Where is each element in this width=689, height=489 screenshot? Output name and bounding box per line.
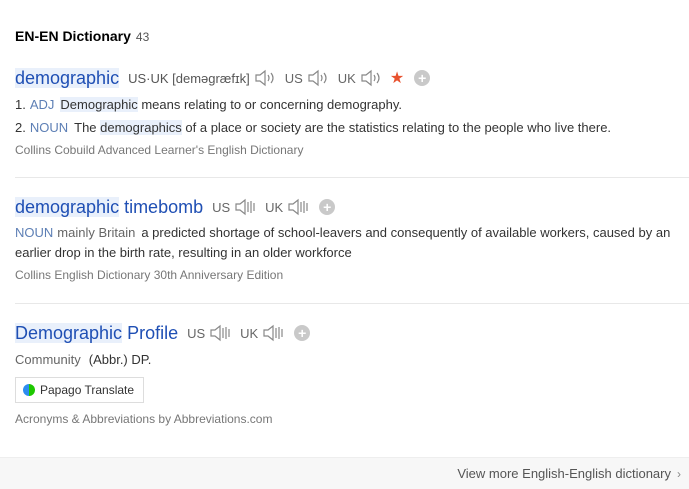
footer: View more English-English dictionary › <box>0 457 689 489</box>
speaker-icon[interactable] <box>254 69 276 87</box>
entry-word[interactable]: demographic <box>15 67 120 89</box>
plus-icon[interactable]: + <box>319 199 336 215</box>
usage-label: mainly Britain <box>57 225 136 240</box>
divider <box>15 177 689 178</box>
definition-2: 2. NOUN The demographics of a place or soc… <box>15 120 612 135</box>
phonetic: US·UK [deməɡræfɪk] <box>128 70 250 86</box>
speaker-icon[interactable] <box>262 324 284 342</box>
star-icon[interactable]: ★ <box>390 68 404 88</box>
us-label: US <box>187 325 206 341</box>
uk-label: UK <box>337 70 356 86</box>
part-of-speech: ADJ <box>29 97 55 112</box>
speaker-icon[interactable] <box>360 69 382 87</box>
papago-translate-button[interactable]: Papago Translate <box>15 377 145 403</box>
category-label: Community <box>15 352 81 367</box>
part-of-speech: NOUN <box>15 225 54 240</box>
entry-demographic-timebomb: demographic timebomb US UK + NOUN mainly … <box>15 195 689 282</box>
view-more-link[interactable]: View more English-English dictionary › <box>457 466 681 481</box>
definition-1: 1. ADJ Demographic means relating to or co… <box>15 97 402 112</box>
uk-label: UK <box>265 199 284 215</box>
speaker-icon[interactable] <box>209 324 231 342</box>
divider <box>15 303 689 304</box>
chevron-right-icon: › <box>677 466 681 481</box>
entry-demographic-profile: Demographic Profile US UK + Community (Ab… <box>15 321 689 426</box>
speaker-icon[interactable] <box>234 198 256 216</box>
definition-1: Community (Abbr.) DP. <box>15 352 152 367</box>
speaker-icon[interactable] <box>307 69 329 87</box>
entry-demographic: demographic US·UK [deməɡræfɪk] US UK ★ +… <box>15 66 689 157</box>
uk-label: UK <box>240 325 259 341</box>
plus-icon[interactable]: + <box>294 325 311 341</box>
us-label: US <box>212 199 231 215</box>
plus-icon[interactable]: + <box>414 70 431 86</box>
source-label: Collins Cobuild Advanced Learner's Engli… <box>15 143 304 157</box>
definition-1: NOUN mainly Britain a predicted shortage o… <box>15 225 671 260</box>
entry-word[interactable]: Demographic Profile <box>15 322 178 344</box>
papago-logo-icon <box>23 384 35 396</box>
entry-word[interactable]: demographic timebomb <box>15 196 203 218</box>
result-count: 43 <box>135 30 150 44</box>
source-label: Collins English Dictionary 30th Annivers… <box>15 268 284 282</box>
speaker-icon[interactable] <box>287 198 309 216</box>
source-label: Acronyms & Abbreviations by Abbreviation… <box>15 412 273 426</box>
dictionary-header: EN-EN Dictionary 43 <box>15 28 149 44</box>
dictionary-title: EN-EN Dictionary <box>15 28 131 44</box>
part-of-speech: NOUN <box>29 120 69 135</box>
us-label: US <box>284 70 303 86</box>
